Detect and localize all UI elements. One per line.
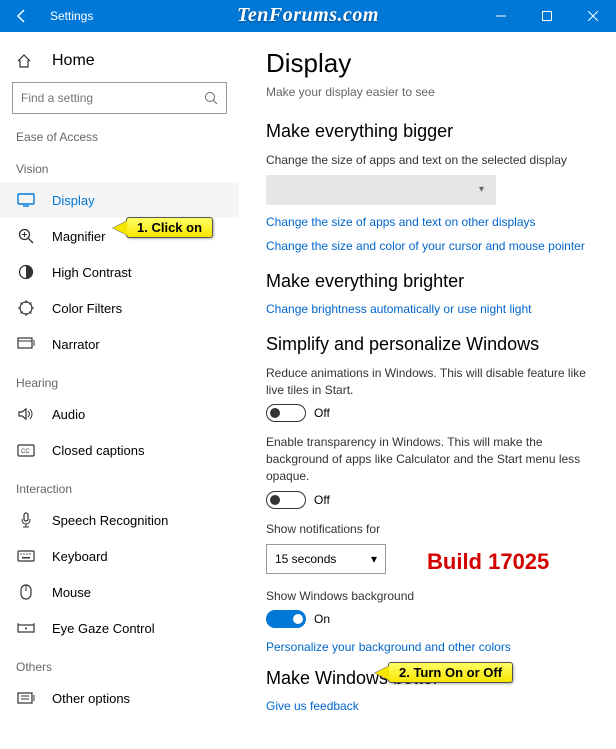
- maximize-icon: [542, 11, 552, 21]
- home-button[interactable]: Home: [0, 44, 239, 82]
- nav-label: Closed captions: [52, 443, 145, 458]
- annotation-callout-2: 2. Turn On or Off: [388, 662, 513, 683]
- chevron-down-icon: ▾: [371, 552, 377, 566]
- svg-text:CC: CC: [21, 449, 30, 455]
- minimize-icon: [496, 11, 506, 21]
- nav-label: Display: [52, 193, 95, 208]
- transparency-toggle[interactable]: [266, 491, 306, 509]
- link-feedback[interactable]: Give us feedback: [266, 699, 590, 713]
- transparency-state: Off: [314, 493, 330, 507]
- close-button[interactable]: [570, 0, 616, 32]
- sidebar: Home Ease of Access Vision Display Magni…: [0, 32, 240, 749]
- annotation-callout-1: 1. Click on: [126, 217, 213, 238]
- nav-label: High Contrast: [52, 265, 131, 280]
- color-filters-icon: [16, 300, 36, 316]
- magnifier-icon: [16, 228, 36, 244]
- search-icon: [204, 91, 218, 105]
- section-bigger-heading: Make everything bigger: [266, 121, 590, 142]
- window-title: Settings: [44, 9, 93, 23]
- nav-label: Magnifier: [52, 229, 105, 244]
- audio-icon: [16, 406, 36, 422]
- home-label: Home: [52, 52, 95, 70]
- closed-captions-icon: CC: [16, 442, 36, 458]
- transparency-desc: Enable transparency in Windows. This wil…: [266, 434, 590, 484]
- notifications-select[interactable]: 15 seconds ▾: [266, 544, 386, 574]
- link-other-displays[interactable]: Change the size of apps and text on othe…: [266, 215, 590, 229]
- nav-label: Keyboard: [52, 549, 108, 564]
- group-hearing: Hearing: [0, 368, 239, 396]
- narrator-icon: [16, 336, 36, 352]
- main-panel: Display Make your display easier to see …: [240, 32, 616, 749]
- notifications-value: 15 seconds: [275, 552, 336, 566]
- nav-label: Speech Recognition: [52, 513, 168, 528]
- sidebar-item-mouse[interactable]: Mouse: [0, 574, 239, 610]
- link-cursor-pointer[interactable]: Change the size and color of your cursor…: [266, 239, 590, 253]
- sidebar-item-audio[interactable]: Audio: [0, 396, 239, 432]
- sidebar-item-speech-recognition[interactable]: Speech Recognition: [0, 502, 239, 538]
- animations-state: Off: [314, 406, 330, 420]
- background-label: Show Windows background: [266, 588, 590, 605]
- section-simplify-heading: Simplify and personalize Windows: [266, 334, 590, 355]
- nav-label: Other options: [52, 691, 130, 706]
- sidebar-item-display[interactable]: Display: [0, 182, 239, 218]
- group-others: Others: [0, 652, 239, 680]
- nav-label: Mouse: [52, 585, 91, 600]
- mouse-icon: [16, 584, 36, 600]
- home-icon: [16, 53, 36, 69]
- nav-label: Color Filters: [52, 301, 122, 316]
- chevron-down-icon: ▾: [479, 184, 484, 195]
- arrow-left-icon: [14, 8, 30, 24]
- bigger-desc: Change the size of apps and text on the …: [266, 152, 590, 169]
- search-input[interactable]: [21, 91, 204, 105]
- search-box[interactable]: [12, 82, 227, 114]
- back-button[interactable]: [0, 0, 44, 32]
- link-personalize[interactable]: Personalize your background and other co…: [266, 640, 590, 654]
- display-icon: [16, 192, 36, 208]
- nav-label: Narrator: [52, 337, 100, 352]
- group-interaction: Interaction: [0, 474, 239, 502]
- high-contrast-icon: [16, 264, 36, 280]
- animations-desc: Reduce animations in Windows. This will …: [266, 365, 590, 399]
- other-options-icon: [16, 690, 36, 706]
- sidebar-item-eye-gaze[interactable]: Eye Gaze Control: [0, 610, 239, 646]
- background-state: On: [314, 612, 330, 626]
- sidebar-item-narrator[interactable]: Narrator: [0, 326, 239, 362]
- minimize-button[interactable]: [478, 0, 524, 32]
- sidebar-item-high-contrast[interactable]: High Contrast: [0, 254, 239, 290]
- watermark: TenForums.com: [237, 4, 379, 27]
- sidebar-item-other-options[interactable]: Other options: [0, 680, 239, 716]
- annotation-build: Build 17025: [427, 549, 549, 575]
- link-brightness[interactable]: Change brightness automatically or use n…: [266, 302, 590, 316]
- sidebar-item-color-filters[interactable]: Color Filters: [0, 290, 239, 326]
- sidebar-item-closed-captions[interactable]: CC Closed captions: [0, 432, 239, 468]
- page-subtitle: Make your display easier to see: [266, 85, 590, 99]
- nav-label: Eye Gaze Control: [52, 621, 155, 636]
- keyboard-icon: [16, 548, 36, 564]
- category-label: Ease of Access: [0, 128, 239, 154]
- notifications-label: Show notifications for: [266, 521, 590, 538]
- nav-label: Audio: [52, 407, 85, 422]
- page-title: Display: [266, 48, 590, 79]
- group-vision: Vision: [0, 154, 239, 182]
- microphone-icon: [16, 512, 36, 528]
- sidebar-item-keyboard[interactable]: Keyboard: [0, 538, 239, 574]
- eye-gaze-icon: [16, 620, 36, 636]
- maximize-button[interactable]: [524, 0, 570, 32]
- background-toggle[interactable]: [266, 610, 306, 628]
- close-icon: [588, 11, 598, 21]
- animations-toggle[interactable]: [266, 404, 306, 422]
- section-brighter-heading: Make everything brighter: [266, 271, 590, 292]
- scale-dropdown[interactable]: ▾: [266, 175, 496, 205]
